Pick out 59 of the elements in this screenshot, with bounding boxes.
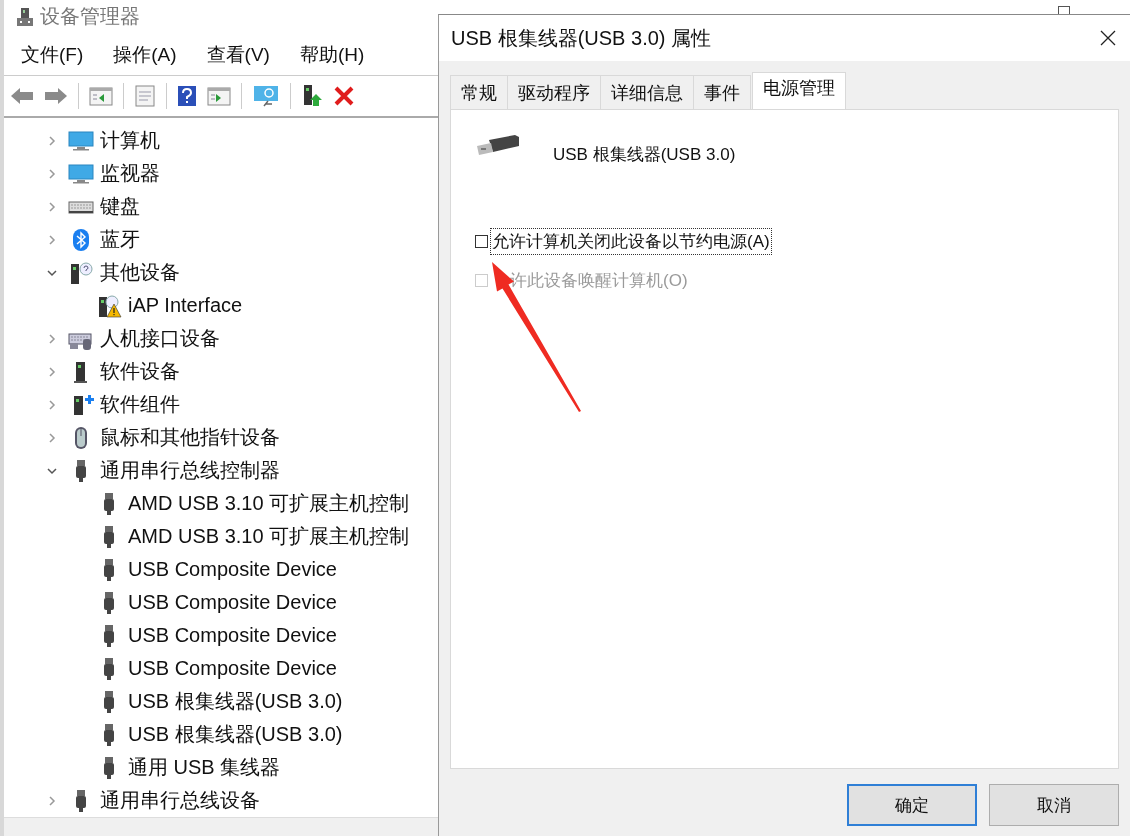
tree-item[interactable]: 软件设备 bbox=[100, 358, 180, 386]
expand-chevron-icon[interactable] bbox=[46, 134, 58, 147]
unknown-device-icon bbox=[68, 260, 94, 285]
tree-item[interactable]: AMD USB 3.10 可扩展主机控制 bbox=[128, 523, 410, 551]
tree-item[interactable]: 软件组件 bbox=[100, 391, 180, 419]
tab[interactable]: 电源管理 bbox=[752, 72, 846, 109]
menu-item[interactable]: 查看(V) bbox=[203, 39, 273, 70]
dialog-title: USB 根集线器(USB 3.0) 属性 bbox=[451, 25, 713, 51]
monitor-icon bbox=[68, 162, 94, 185]
window-title: 设备管理器 bbox=[40, 4, 140, 30]
checkbox[interactable] bbox=[475, 235, 488, 248]
remove-icon[interactable] bbox=[333, 85, 355, 108]
tree-item[interactable]: 监视器 bbox=[100, 160, 160, 188]
tree-item[interactable]: 键盘 bbox=[100, 193, 140, 221]
tree-item[interactable]: 计算机 bbox=[100, 127, 160, 155]
tree-item[interactable]: USB Composite Device bbox=[128, 591, 337, 615]
ok-button[interactable]: 确定 bbox=[847, 784, 977, 826]
tree-item[interactable]: iAP Interface bbox=[128, 294, 243, 318]
tree-item[interactable]: 鼠标和其他指针设备 bbox=[100, 424, 280, 452]
menu-item[interactable]: 文件(F) bbox=[18, 39, 87, 70]
update-driver-icon[interactable] bbox=[301, 84, 323, 109]
tree-item[interactable]: 其他设备 bbox=[100, 259, 180, 287]
expand-chevron-icon[interactable] bbox=[46, 200, 58, 213]
menu-item[interactable]: 操作(A) bbox=[110, 39, 180, 70]
tree-item[interactable]: 人机接口设备 bbox=[100, 325, 220, 353]
monitor-icon bbox=[68, 129, 94, 152]
device-manager-icon bbox=[16, 6, 34, 27]
tree-item[interactable]: 蓝牙 bbox=[100, 226, 140, 254]
cancel-button[interactable]: 取消 bbox=[989, 784, 1119, 826]
checkbox-label[interactable]: 允许计算机关闭此设备以节约电源(A) bbox=[490, 228, 772, 255]
close-icon[interactable] bbox=[1100, 30, 1116, 46]
tab[interactable]: 常规 bbox=[450, 75, 508, 109]
forward-arrow-icon[interactable] bbox=[44, 86, 68, 107]
expand-chevron-icon[interactable] bbox=[46, 794, 58, 807]
expand-chevron-icon[interactable] bbox=[46, 332, 58, 345]
expand-chevron-icon[interactable] bbox=[46, 167, 58, 180]
tree-item[interactable]: USB Composite Device bbox=[128, 657, 337, 681]
tree-item[interactable]: USB Composite Device bbox=[128, 624, 337, 648]
monitor-search-icon[interactable] bbox=[252, 84, 280, 109]
panel-icon[interactable] bbox=[89, 86, 113, 107]
tree-item[interactable]: AMD USB 3.10 可扩展主机控制 bbox=[128, 490, 410, 518]
back-arrow-icon[interactable] bbox=[10, 86, 34, 107]
warning-device-icon bbox=[96, 293, 122, 318]
properties-icon[interactable] bbox=[134, 85, 156, 108]
menu-item[interactable]: 帮助(H) bbox=[296, 39, 368, 70]
expand-chevron-icon[interactable] bbox=[46, 365, 58, 378]
help-icon[interactable] bbox=[177, 85, 197, 108]
expand-chevron-icon[interactable] bbox=[46, 398, 58, 411]
panel-icon[interactable] bbox=[207, 86, 231, 107]
tree-item[interactable]: USB 根集线器(USB 3.0) bbox=[128, 721, 343, 749]
tree-item[interactable]: 通用串行总线控制器 bbox=[100, 457, 280, 485]
device-name: USB 根集线器(USB 3.0) bbox=[553, 144, 736, 166]
expand-chevron-icon[interactable] bbox=[46, 233, 58, 246]
tab[interactable]: 事件 bbox=[693, 75, 751, 109]
tree-item[interactable]: USB 根集线器(USB 3.0) bbox=[128, 688, 343, 716]
tree-item[interactable]: 通用 USB 集线器 bbox=[128, 754, 281, 782]
tree-item[interactable]: 通用串行总线设备 bbox=[100, 787, 260, 815]
expand-chevron-icon[interactable] bbox=[46, 431, 58, 444]
tree-item[interactable]: USB Composite Device bbox=[128, 558, 337, 582]
